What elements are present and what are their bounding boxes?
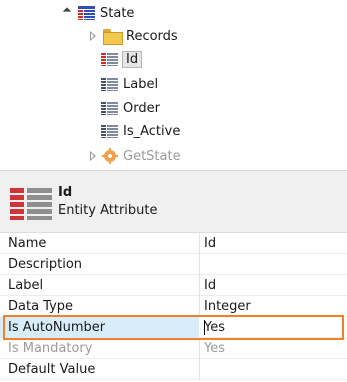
column-divider — [199, 275, 200, 296]
tree-node-id[interactable]: Id — [101, 48, 143, 70]
element-type: Entity Attribute — [58, 203, 158, 218]
expand-collapsed-icon[interactable] — [88, 31, 98, 41]
property-name: Name — [8, 236, 47, 251]
id-attribute-icon — [101, 52, 118, 66]
property-row-name[interactable]: Name Id — [0, 233, 347, 254]
tree-node-state[interactable]: State — [62, 2, 134, 24]
properties-header: Id Entity Attribute — [0, 170, 347, 232]
column-divider — [199, 233, 200, 254]
module-tree: State Records Id Label Order Is_Active G… — [0, 0, 347, 170]
expand-collapsed-icon[interactable] — [88, 151, 98, 161]
tree-node-records[interactable]: Records — [88, 25, 178, 47]
tree-node-getstate[interactable]: GetState — [88, 145, 181, 167]
tree-node-text: GetState — [123, 148, 181, 164]
property-value[interactable]: Id — [204, 278, 216, 293]
attribute-icon — [101, 124, 118, 138]
property-row-default-value[interactable]: Default Value — [0, 359, 347, 380]
property-name: Description — [8, 257, 83, 272]
attribute-icon — [101, 101, 118, 115]
tree-node-order[interactable]: Order — [101, 97, 160, 119]
property-row-description[interactable]: Description — [0, 254, 347, 275]
folder-icon — [103, 29, 123, 45]
tree-node-text: Is_Active — [123, 123, 181, 139]
entity-icon — [78, 6, 95, 20]
property-value[interactable]: Yes — [204, 320, 225, 335]
property-row-data-type[interactable]: Data Type Integer — [0, 296, 347, 317]
column-divider — [199, 359, 200, 380]
tree-node-text: Order — [123, 100, 160, 116]
column-divider — [199, 338, 200, 359]
tree-node-text: Label — [123, 76, 159, 92]
property-row-label[interactable]: Label Id — [0, 275, 347, 296]
property-value: Yes — [204, 341, 225, 356]
attribute-icon — [101, 77, 118, 91]
property-row-is-autonumber[interactable]: Is AutoNumber Yes — [0, 317, 347, 338]
tree-node-label[interactable]: Label — [101, 73, 158, 95]
property-value[interactable]: Id — [204, 236, 216, 251]
tree-node-label: State — [100, 5, 135, 21]
expand-open-icon[interactable] — [62, 7, 72, 18]
tree-node-is-active[interactable]: Is_Active — [101, 120, 180, 142]
entity-attribute-window: State Records Id Label Order Is_Active G… — [0, 0, 347, 382]
tree-node-label-selected: Id — [122, 50, 143, 68]
property-name: Label — [8, 278, 44, 293]
property-value[interactable]: Integer — [204, 299, 251, 314]
column-divider — [199, 296, 200, 317]
tree-node-label: Records — [126, 28, 178, 44]
element-title: Id — [58, 185, 73, 200]
property-name: Data Type — [8, 299, 74, 314]
column-divider — [199, 254, 200, 275]
action-icon — [102, 148, 118, 164]
properties-grid: Name Id Description Label Id Data Type I… — [0, 232, 347, 382]
entity-attribute-icon — [10, 186, 52, 220]
property-name: Is AutoNumber — [8, 320, 106, 335]
property-row-is-mandatory[interactable]: Is Mandatory Yes — [0, 338, 347, 359]
property-name: Is Mandatory — [8, 341, 93, 356]
property-name: Default Value — [8, 362, 96, 377]
